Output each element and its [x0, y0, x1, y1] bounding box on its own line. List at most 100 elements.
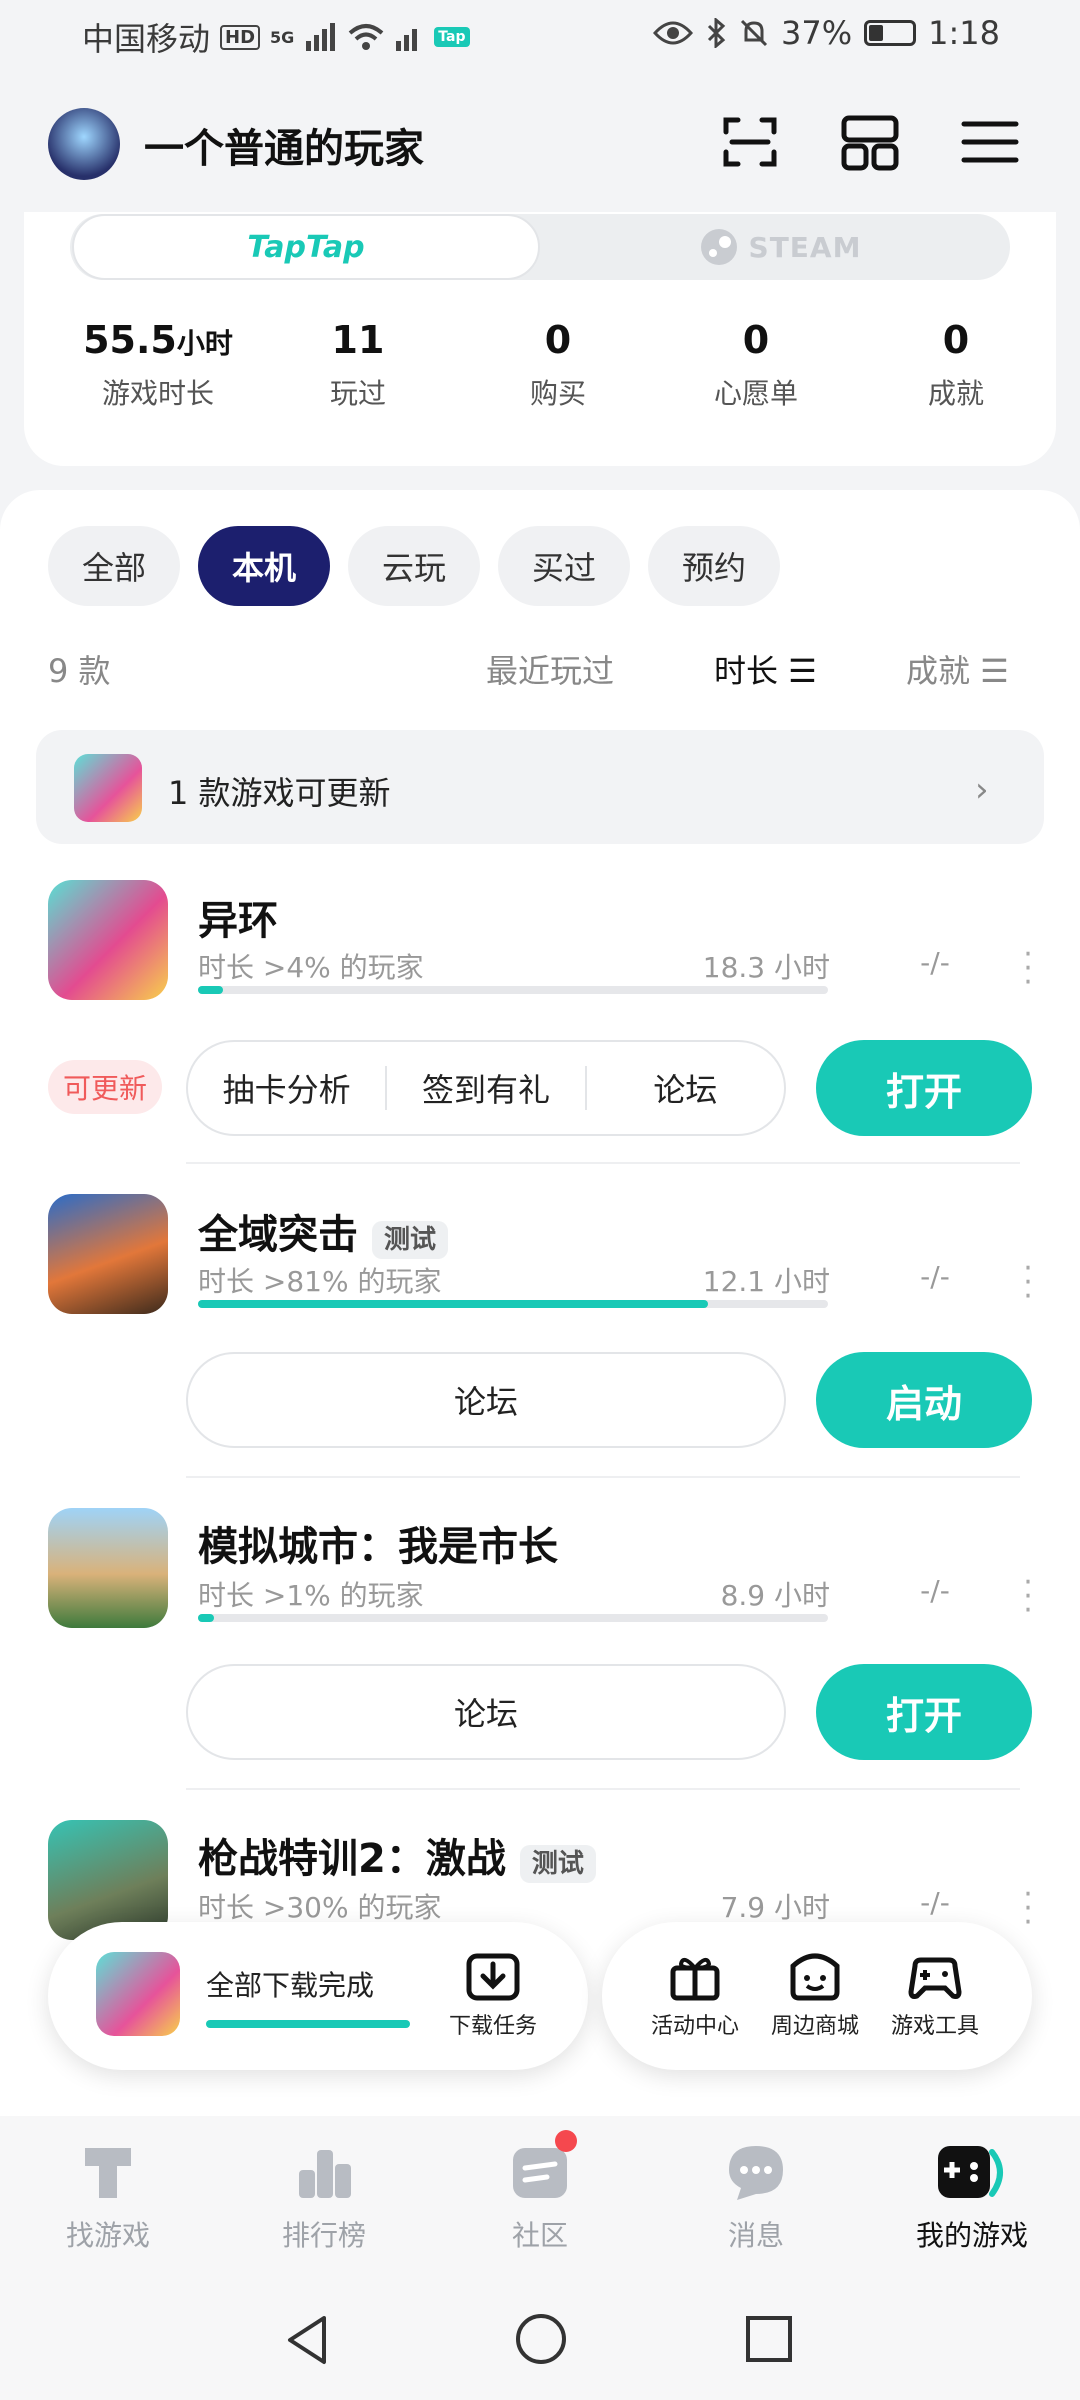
- game-subtitle: 时长 >1% 的玩家: [198, 1579, 424, 1612]
- open-button[interactable]: 打开: [816, 1664, 1032, 1760]
- launch-button[interactable]: 启动: [816, 1352, 1032, 1448]
- filter-cloud[interactable]: 云玩: [348, 526, 480, 606]
- test-tag: 测试: [372, 1220, 449, 1259]
- game-name[interactable]: 模拟城市：我是市长: [198, 1514, 558, 1572]
- game-name-row[interactable]: 枪战特训2：激战 测试: [198, 1826, 596, 1884]
- game-subtitle: 时长 >30% 的玩家: [198, 1891, 442, 1924]
- game-name-row[interactable]: 全域突击 测试: [198, 1202, 449, 1260]
- game-actions: 论坛: [186, 1664, 786, 1760]
- taptap-logo-icon: [85, 2148, 131, 2198]
- layout-icon[interactable]: [838, 110, 902, 174]
- checkin-gift-button[interactable]: 签到有礼: [387, 1065, 584, 1111]
- game-achievement: -/-: [920, 1886, 950, 1919]
- more-icon[interactable]: · · ·: [1018, 1254, 1038, 1312]
- status-bar: 中国移动 HD 5G Tap 37% 1:18: [0, 0, 1080, 72]
- game-actions: 抽卡分析 签到有礼 论坛: [186, 1040, 786, 1136]
- home-icon[interactable]: [514, 2312, 568, 2366]
- stat-label: 心愿单: [713, 377, 798, 410]
- download-tasks-button[interactable]: 下载任务: [438, 1952, 548, 2040]
- scan-icon[interactable]: [718, 110, 782, 174]
- stat-label: 成就: [927, 377, 984, 410]
- gacha-analysis-button[interactable]: 抽卡分析: [188, 1065, 385, 1111]
- stat-played[interactable]: 11 玩过: [258, 318, 458, 412]
- stat-achievements[interactable]: 0 成就: [856, 318, 1056, 412]
- forum-button[interactable]: 论坛: [188, 1377, 784, 1423]
- shop-icon: [790, 1953, 840, 2001]
- filter-reserved[interactable]: 预约: [648, 526, 780, 606]
- tab-steam[interactable]: STEAM: [560, 214, 1000, 280]
- game-tools-button[interactable]: 游戏工具: [880, 1952, 990, 2040]
- nav-my-games[interactable]: 我的游戏: [892, 2140, 1052, 2254]
- game-subtitle: 时长 >4% 的玩家: [198, 951, 424, 984]
- nav-label: 消息: [727, 2219, 784, 2252]
- divider: [186, 1788, 1020, 1790]
- download-game-icon: [96, 1952, 180, 2036]
- filter-local[interactable]: 本机: [198, 526, 330, 606]
- nav-label: 社区: [511, 2219, 568, 2252]
- more-icon[interactable]: · · ·: [1018, 940, 1038, 998]
- stat-value: 0: [742, 318, 770, 362]
- my-games-icon: [938, 2146, 1003, 2198]
- signal-icon: [306, 23, 336, 51]
- battery-icon: [864, 20, 917, 46]
- playtime-bar-fill: [198, 1300, 709, 1308]
- stat-playtime[interactable]: 55.5小时 游戏时长: [58, 318, 258, 412]
- game-tools-label: 游戏工具: [890, 2014, 979, 2039]
- test-tag: 测试: [519, 1844, 596, 1883]
- tab-taptap[interactable]: TapTap: [72, 214, 540, 280]
- stat-label: 玩过: [329, 377, 386, 410]
- merch-shop-label: 周边商城: [770, 2014, 859, 2039]
- nav-find-games[interactable]: 找游戏: [28, 2140, 188, 2254]
- bluetooth-icon: [707, 18, 726, 48]
- stat-purchased[interactable]: 0 购买: [458, 318, 658, 412]
- divider: [186, 1476, 1020, 1478]
- download-progress-bar: [206, 2020, 410, 2028]
- game-hours: 8.9 小时: [720, 1579, 830, 1612]
- sort-recent[interactable]: 最近玩过: [486, 646, 614, 692]
- recents-icon[interactable]: [744, 2314, 794, 2364]
- game-icon-quanyu[interactable]: [48, 1194, 168, 1314]
- download-icon: [466, 1953, 520, 2001]
- back-icon[interactable]: [282, 2312, 332, 2368]
- steam-icon: [700, 229, 737, 265]
- forum-button[interactable]: 论坛: [188, 1689, 784, 1735]
- carrier-label: 中国移动: [82, 20, 211, 58]
- nav-messages[interactable]: 消息: [676, 2140, 836, 2254]
- nav-label: 找游戏: [65, 2219, 150, 2252]
- tab-steam-label: STEAM: [748, 230, 862, 264]
- message-icon: [729, 2146, 783, 2200]
- more-icon[interactable]: · · ·: [1018, 1880, 1038, 1938]
- filter-bought[interactable]: 买过: [498, 526, 630, 606]
- open-button[interactable]: 打开: [816, 1040, 1032, 1136]
- menu-icon[interactable]: [958, 110, 1022, 174]
- nav-rankings[interactable]: 排行榜: [244, 2140, 404, 2254]
- merch-shop-button[interactable]: 周边商城: [760, 1952, 870, 2040]
- eye-icon: [653, 21, 694, 45]
- playtime-bar: [198, 1614, 828, 1622]
- game-name[interactable]: 异环: [198, 888, 278, 946]
- username[interactable]: 一个普通的玩家: [144, 116, 424, 174]
- forum-button[interactable]: 论坛: [587, 1065, 784, 1111]
- game-subtitle: 时长 >81% 的玩家: [198, 1265, 442, 1298]
- update-badge[interactable]: 可更新: [48, 1060, 162, 1114]
- sort-duration[interactable]: 时长 ☰: [714, 646, 817, 692]
- sort-achievement[interactable]: 成就 ☰: [906, 646, 1009, 692]
- avatar[interactable]: [48, 108, 120, 180]
- game-count: 9 款: [48, 652, 111, 690]
- more-icon[interactable]: · · ·: [1018, 1568, 1038, 1626]
- game-actions: 论坛: [186, 1352, 786, 1448]
- game-icon-yihuan[interactable]: [48, 880, 168, 1000]
- nav-label: 我的游戏: [915, 2219, 1028, 2252]
- clock: 1:18: [928, 14, 1000, 52]
- gift-icon: [670, 1957, 720, 2001]
- playtime-bar: [198, 1300, 828, 1308]
- filter-all[interactable]: 全部: [48, 526, 180, 606]
- stat-value: 0: [544, 318, 572, 362]
- update-banner-text: 1 款游戏可更新: [168, 774, 391, 812]
- stat-wishlist[interactable]: 0 心愿单: [656, 318, 856, 412]
- activity-center-button[interactable]: 活动中心: [640, 1952, 750, 2040]
- nav-community[interactable]: 社区: [460, 2140, 620, 2254]
- battery-percent: 37%: [781, 14, 853, 52]
- game-icon-simcity[interactable]: [48, 1508, 168, 1628]
- stat-unit: 小时: [176, 327, 233, 360]
